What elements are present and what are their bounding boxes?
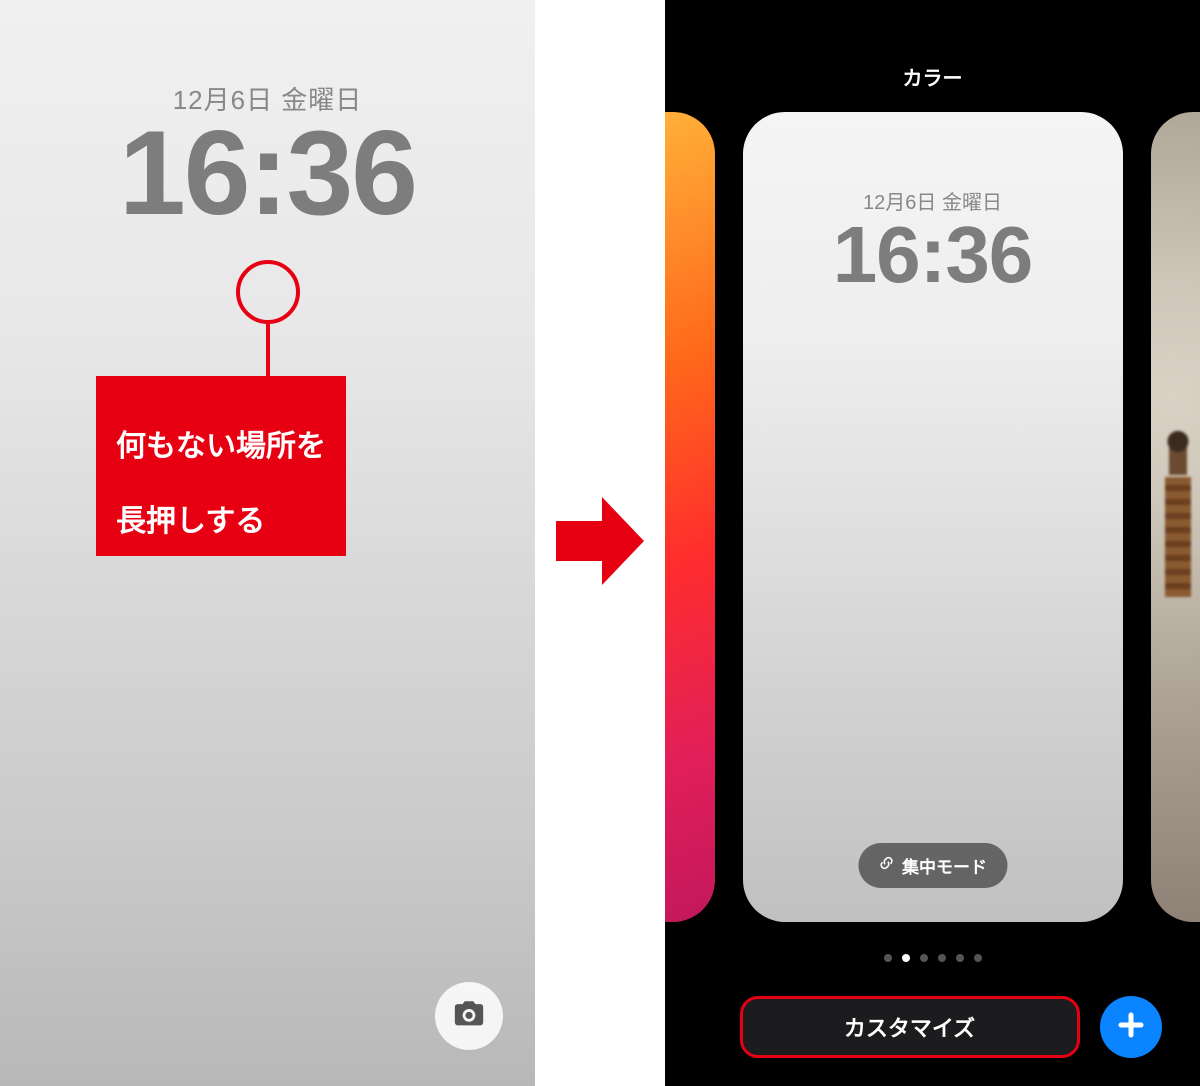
customize-button[interactable]: カスタマイズ bbox=[740, 996, 1080, 1058]
instruction-callout: 何もない場所を 長押しする bbox=[96, 376, 346, 556]
transition-arrow-area bbox=[535, 0, 665, 1086]
focus-mode-button[interactable]: 集中モード bbox=[858, 843, 1007, 888]
long-press-indicator-circle bbox=[236, 260, 300, 324]
long-press-indicator-line bbox=[266, 323, 270, 378]
page-dot-active bbox=[902, 954, 910, 962]
focus-mode-label: 集中モード bbox=[902, 853, 987, 878]
camera-button[interactable] bbox=[435, 982, 503, 1050]
customize-button-label: カスタマイズ bbox=[844, 1011, 975, 1043]
gallery-title: カラー bbox=[665, 62, 1200, 91]
lock-screen-panel: 12月6日 金曜日 16:36 何もない場所を 長押しする bbox=[0, 0, 535, 1086]
add-wallpaper-button[interactable] bbox=[1100, 996, 1162, 1058]
page-indicator bbox=[665, 954, 1200, 962]
page-dot bbox=[956, 954, 964, 962]
page-dot bbox=[884, 954, 892, 962]
lock-screen-time: 16:36 bbox=[0, 113, 535, 233]
wallpaper-card-prev[interactable] bbox=[665, 112, 715, 922]
callout-line-1: 何もない場所を bbox=[116, 430, 326, 463]
link-icon bbox=[878, 855, 894, 876]
wallpaper-cards-row: 12月6日 金曜日 16:36 集中モード bbox=[665, 112, 1200, 922]
plus-icon bbox=[1116, 1010, 1146, 1045]
page-dot bbox=[938, 954, 946, 962]
bottom-toolbar: カスタマイズ bbox=[665, 996, 1200, 1058]
wallpaper-gallery-panel: カラー 12月6日 金曜日 16:36 集中モード カスタマイズ bbox=[665, 0, 1200, 1086]
wallpaper-card-current[interactable]: 12月6日 金曜日 16:36 集中モード bbox=[743, 112, 1123, 922]
page-dot bbox=[920, 954, 928, 962]
cat-figurine-image bbox=[1161, 427, 1195, 607]
wallpaper-card-next[interactable] bbox=[1151, 112, 1200, 922]
page-dot bbox=[974, 954, 982, 962]
card-time: 16:36 bbox=[833, 215, 1033, 295]
arrow-right-icon bbox=[556, 491, 644, 596]
callout-line-2: 長押しする bbox=[116, 505, 265, 538]
camera-icon bbox=[452, 997, 486, 1036]
